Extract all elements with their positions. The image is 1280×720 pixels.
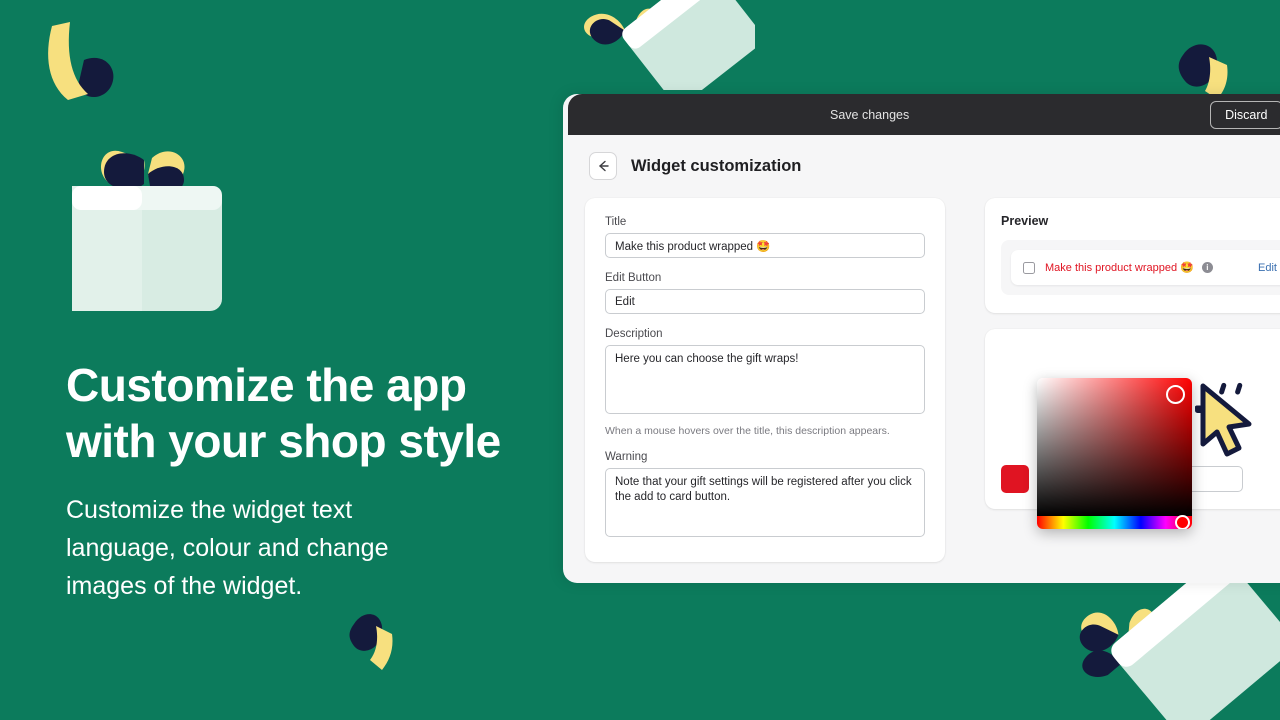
saturation-value-area[interactable] — [1037, 378, 1192, 516]
field-description: Description When a mouse hovers over the… — [605, 328, 925, 437]
field-warning: Warning — [605, 451, 925, 542]
field-edit-button-label: Edit Button — [605, 272, 662, 284]
field-description-label: Description — [605, 328, 663, 340]
discard-button[interactable]: Discard — [1210, 100, 1280, 129]
title-input[interactable] — [605, 233, 925, 258]
description-help-text: When a mouse hovers over the title, this… — [605, 425, 890, 437]
color-swatch-preview[interactable] — [1001, 465, 1029, 493]
field-title-label: Title — [605, 216, 627, 228]
hue-slider-handle[interactable] — [1175, 515, 1190, 529]
hero-section: Customize the app with your shop style C… — [66, 140, 586, 605]
back-button[interactable] — [589, 152, 617, 180]
hero-title: Customize the app with your shop style — [66, 359, 501, 467]
saturation-value-handle[interactable] — [1166, 385, 1185, 404]
star-struck-emoji: 🤩 — [1180, 262, 1194, 274]
confetti-top-left — [48, 22, 114, 100]
field-edit-button: Edit Button — [605, 272, 925, 314]
gift-box-illustration — [72, 150, 222, 311]
preview-card: Preview Make this product wrapped 🤩 i Ed… — [985, 198, 1280, 313]
confetti-top-center-giftbox — [584, 0, 755, 90]
confetti-bottom-center — [349, 614, 393, 670]
preview-title: Preview — [1001, 214, 1049, 228]
info-circle-icon[interactable]: i — [1201, 262, 1213, 273]
confetti-bottom-right-giftbox — [1079, 580, 1280, 720]
wrap-label-text: Make this product wrapped — [1045, 262, 1178, 274]
arrow-left-icon — [599, 160, 609, 172]
save-bar-message: Save changes — [830, 107, 910, 122]
color-picker-popover[interactable] — [1037, 378, 1192, 529]
wrap-checkbox[interactable] — [1023, 261, 1035, 274]
mouse-pointer-cursor — [1195, 382, 1252, 457]
save-bar-actions: Discard Save — [1210, 94, 1280, 135]
description-textarea[interactable] — [605, 345, 925, 414]
hero-subtitle: Customize the widget text language, colo… — [66, 496, 389, 600]
field-warning-label: Warning — [605, 451, 648, 463]
wrap-checkbox-label: Make this product wrapped 🤩 i — [1045, 261, 1213, 274]
save-bar: Save changes Discard Save — [568, 94, 1280, 135]
settings-form-card: Title Edit Button Description When a mou… — [585, 198, 945, 562]
edit-button-input[interactable] — [605, 289, 925, 314]
preview-widget-row: Make this product wrapped 🤩 i Edit — [1011, 250, 1280, 285]
warning-textarea[interactable] — [605, 468, 925, 537]
hue-slider[interactable] — [1037, 515, 1192, 529]
preview-stage: Make this product wrapped 🤩 i Edit — [1001, 240, 1280, 295]
preview-edit-link[interactable]: Edit — [1244, 262, 1277, 274]
page-title: Widget customization — [631, 156, 802, 175]
page-header: Widget customization — [563, 135, 1280, 180]
field-title: Title — [605, 216, 925, 258]
